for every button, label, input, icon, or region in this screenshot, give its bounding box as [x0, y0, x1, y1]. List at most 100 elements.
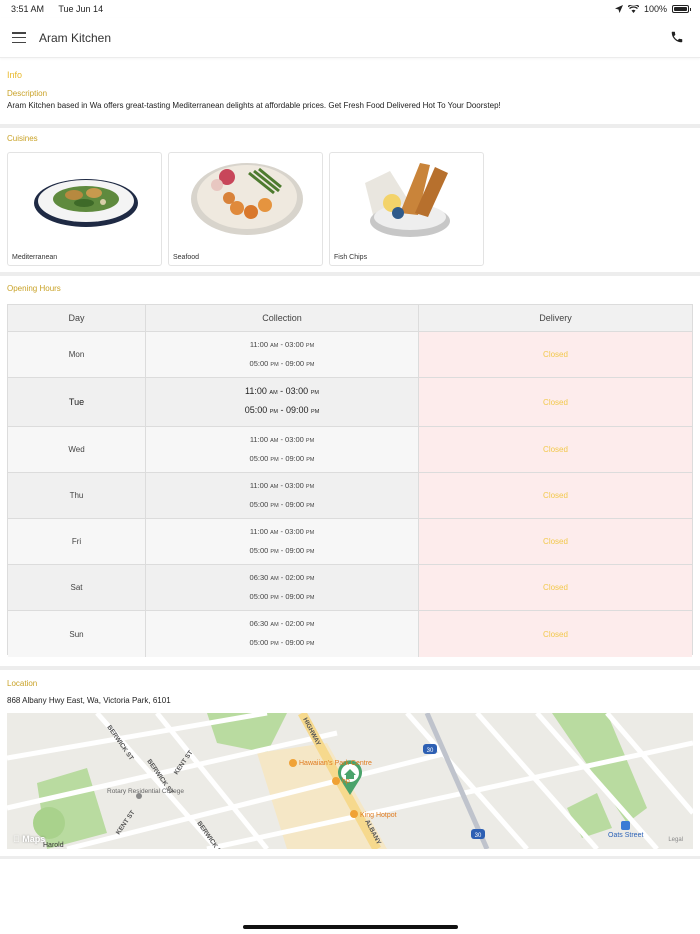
collection-slot-1: 11:00 AM - 03:00 PM — [249, 434, 315, 444]
cuisine-name: Seafood — [173, 254, 200, 261]
slot-end: 09:00 — [285, 499, 305, 509]
battery-icon — [672, 5, 691, 13]
apple-maps-logo:  Maps — [13, 834, 45, 844]
slot-ampm: PM — [306, 594, 315, 601]
fish-chips-dish-image — [365, 163, 450, 237]
home-indicator[interactable] — [243, 925, 458, 929]
column-header-delivery: Delivery — [539, 313, 572, 323]
poi-icon — [332, 777, 340, 785]
collection-slot-2: 05:00 PM - 09:00 PM — [244, 405, 320, 415]
collection-cell: 11:00 AM - 03:00 PM 05:00 PM - 09:00 PM — [146, 427, 419, 472]
slot-ampm: PM — [305, 529, 315, 536]
slot-start: 05:00 — [249, 453, 269, 463]
table-row: Thu 11:00 AM - 03:00 PM 05:00 PM - 09:00 P… — [8, 473, 692, 519]
table-row: Fri 11:00 AM - 03:00 PM 05:00 PM - 09:00 P… — [8, 519, 692, 565]
cuisine-card-mediterranean[interactable]: Mediterranean — [7, 152, 162, 266]
slot-end: 09:00 — [285, 453, 305, 463]
slot-ampm: AM — [270, 622, 279, 628]
description-label: Description — [7, 89, 48, 98]
poi-icon — [289, 759, 297, 767]
mediterranean-dish-image — [34, 179, 138, 227]
slot-ampm: PM — [306, 456, 315, 463]
map-poi-label: King Hotpot — [360, 812, 397, 819]
slot-start: 05:00 — [244, 405, 268, 415]
status-date: Tue Jun 14 — [58, 4, 104, 14]
slot-start: 11:00 — [245, 386, 267, 396]
slot-ampm: AM — [270, 575, 279, 582]
table-header-row: Day Collection Delivery — [8, 305, 692, 332]
collection-cell: 11:00 AM - 03:00 PM 05:00 PM - 09:00 PM — [146, 519, 419, 564]
cuisine-name: Mediterranean — [12, 254, 58, 261]
slot-end: 03:00 — [285, 339, 304, 349]
slot-ampm: AM — [270, 529, 279, 536]
collection-cell: 06:30 AM - 02:00 PM 05:00 PM - 09:00 PM — [146, 565, 419, 610]
slot-start: 11:00 — [249, 526, 269, 536]
collection-cell: 11:00 AM - 03:00 PM 05:00 PM - 09:00 PM — [146, 473, 419, 518]
top-app-bar: Aram Kitchen — [0, 18, 700, 58]
map-place-label: Rotary Residential College — [107, 788, 184, 795]
slot-ampm: AM — [269, 390, 278, 396]
collection-slot-2: 05:00 PM - 09:00 PM — [249, 638, 315, 647]
map-poi-label: hp — [342, 778, 350, 785]
slot-ampm: PM — [270, 502, 279, 509]
collection-slot-2: 05:00 PM - 09:00 PM — [249, 499, 315, 509]
address-text: 868 Albany Hwy East, Wa, Victoria Park, … — [7, 696, 171, 705]
slot-ampm: PM — [305, 483, 315, 490]
slot-ampm: PM — [306, 502, 315, 509]
day-cell: Thu — [8, 473, 146, 518]
phone-icon[interactable] — [670, 30, 684, 44]
slot-ampm: PM — [270, 456, 279, 463]
collection-slot-1: 06:30 AM - 02:00 PM — [249, 572, 315, 582]
collection-slot-1: 11:00 AM - 03:00 PM — [249, 339, 315, 349]
slot-start: 05:00 — [249, 545, 269, 555]
cuisine-card-fish-chips[interactable]: Fish Chips — [329, 152, 484, 266]
slot-start: 11:00 — [249, 480, 269, 490]
day-cell: Mon — [8, 332, 146, 377]
map-place-label: Harold — [43, 842, 64, 849]
slot-end: 02:00 — [285, 619, 305, 628]
cuisine-card-seafood[interactable]: Seafood — [168, 152, 323, 266]
slot-start: 05:00 — [249, 591, 269, 601]
slot-start: 06:30 — [249, 619, 269, 628]
poi-icon — [350, 810, 358, 818]
day-cell: Fri — [8, 519, 146, 564]
collection-slot-2: 05:00 PM - 09:00 PM — [249, 453, 315, 463]
slot-end: 09:00 — [285, 545, 305, 555]
map-canvas: 30 30 BERWICK ST BERWICK ST BERWICK ST K… — [7, 713, 693, 849]
slot-start: 05:00 — [249, 638, 269, 647]
table-row: Wed 11:00 AM - 03:00 PM 05:00 PM - 09:00 P… — [8, 427, 692, 473]
slot-end: 09:00 — [286, 405, 309, 415]
slot-end: 09:00 — [285, 358, 305, 368]
delivery-cell: Closed — [419, 427, 692, 472]
table-row: Tue 11:00 AM - 03:00 PM 05:00 PM - 09:00 P… — [8, 378, 692, 427]
map-legal-link[interactable]: Legal — [668, 837, 683, 843]
route-label: 30 — [427, 748, 434, 754]
slot-ampm: PM — [306, 361, 315, 368]
menu-icon[interactable] — [12, 32, 26, 43]
slot-end: 03:00 — [285, 386, 309, 396]
slot-end: 03:00 — [285, 480, 304, 490]
slot-ampm: PM — [306, 548, 315, 555]
page-title: Aram Kitchen — [39, 30, 112, 45]
slot-end: 03:00 — [285, 526, 304, 536]
day-cell: Sat — [8, 565, 146, 610]
map-place-label: Oats Street — [608, 832, 643, 839]
map-view[interactable]: 30 30 BERWICK ST BERWICK ST BERWICK ST K… — [7, 713, 693, 849]
slot-end: 02:00 — [285, 572, 305, 582]
status-time: 3:51 AM — [11, 4, 45, 14]
slot-ampm: PM — [270, 594, 279, 601]
slot-start: 11:00 — [249, 434, 269, 444]
delivery-cell: Closed — [419, 378, 692, 426]
delivery-cell: Closed — [419, 611, 692, 657]
wifi-icon — [627, 5, 639, 13]
table-row: Sat 06:30 AM - 02:00 PM 05:00 PM - 09:00 P… — [8, 565, 692, 611]
collection-slot-2: 05:00 PM - 09:00 PM — [249, 545, 315, 555]
collection-slot-1: 11:00 AM - 03:00 PM — [249, 480, 315, 490]
collection-cell: 06:30 AM - 02:00 PM 05:00 PM - 09:00 PM — [146, 611, 419, 657]
route-label: 30 — [475, 833, 482, 839]
slot-ampm: PM — [270, 548, 279, 555]
info-heading: Info — [7, 70, 23, 80]
collection-slot-1: 11:00 AM - 03:00 PM — [249, 526, 315, 536]
status-bar: 3:51 AM Tue Jun 14 100% — [0, 0, 700, 18]
delivery-cell: Closed — [419, 332, 692, 377]
